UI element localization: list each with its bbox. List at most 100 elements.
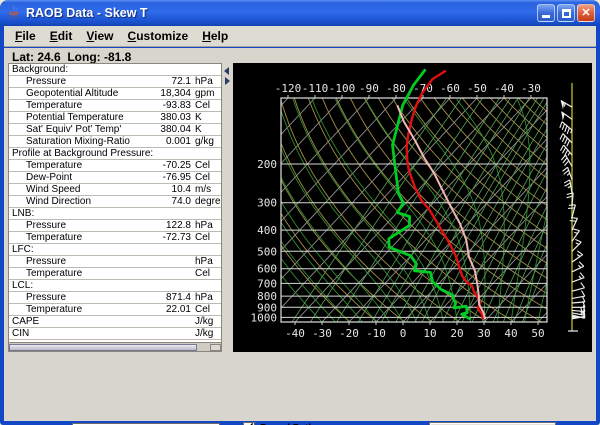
menubar: FileEditViewCustomizeHelp bbox=[4, 26, 596, 47]
table-row: CINJ/kg bbox=[9, 328, 221, 340]
pressure-axis-label: 500 bbox=[257, 245, 277, 258]
menu-item-customize[interactable]: Customize bbox=[123, 27, 198, 45]
table-row-label: CIN bbox=[9, 328, 191, 339]
table-row-label: Geopotential Altitude bbox=[9, 88, 160, 99]
bottom-axis-label: 30 bbox=[477, 327, 490, 340]
table-row-value: -93.83 bbox=[163, 100, 191, 111]
table-row: Pressure871.4hPa bbox=[9, 292, 221, 304]
table-row-label: Temperature bbox=[9, 100, 163, 111]
close-button[interactable]: ✕ bbox=[577, 4, 595, 22]
profile-table: Background:Pressure72.1hPaGeopotential A… bbox=[8, 63, 222, 352]
table-hscrollbar[interactable] bbox=[9, 342, 221, 351]
top-axis-label: -110 bbox=[302, 82, 329, 95]
table-row-label: Temperature bbox=[9, 160, 163, 171]
table-row-unit: J/kg bbox=[191, 328, 221, 339]
isotherm-line bbox=[376, 98, 585, 322]
bottom-axis-label: 40 bbox=[504, 327, 517, 340]
table-row-label: Pressure bbox=[9, 256, 191, 267]
bottom-axis-label: 0 bbox=[400, 327, 407, 340]
maximize-icon bbox=[562, 9, 571, 18]
table-row-label: Pressure bbox=[9, 220, 166, 231]
table-row-unit: Cel bbox=[191, 304, 221, 315]
menu-item-edit[interactable]: Edit bbox=[45, 27, 82, 45]
table-row-label: Temperature bbox=[9, 232, 163, 243]
table-row-label: Dew-Point bbox=[9, 172, 163, 183]
table-row-value: 0.001 bbox=[166, 136, 191, 147]
table-row-unit: J/kg bbox=[191, 316, 221, 327]
top-axis-label: -60 bbox=[440, 82, 460, 95]
dry-adiabat-line bbox=[546, 98, 592, 322]
window-title: RAOB Data - Skew T bbox=[26, 6, 148, 20]
bottom-axis-label: -30 bbox=[312, 327, 332, 340]
table-row-label: Wind Speed bbox=[9, 184, 172, 195]
table-row-label: Temperature bbox=[9, 304, 166, 315]
table-row-unit: g/kg bbox=[191, 136, 221, 147]
table-row-unit: hPa bbox=[191, 220, 221, 231]
top-axis-label: -100 bbox=[329, 82, 356, 95]
table-row-unit: m/s bbox=[191, 184, 221, 195]
skewt-svg[interactable]: -120-110-100-90-80-70-60-50-40-30-40-30-… bbox=[233, 63, 592, 352]
table-row-label: LFC: bbox=[9, 244, 191, 255]
table-row-label: Potential Temperature bbox=[9, 112, 160, 123]
bottom-axis-label: 20 bbox=[450, 327, 463, 340]
top-axis-label: -40 bbox=[494, 82, 514, 95]
table-row: Pressure122.8hPa bbox=[9, 220, 221, 232]
moist-adiabat-line bbox=[565, 99, 592, 322]
table-row: Temperature-72.73Cel bbox=[9, 232, 221, 244]
table-row-unit: hPa bbox=[191, 292, 221, 303]
table-row-unit: gpm bbox=[191, 88, 221, 99]
table-row: Profile at Background Pressure: bbox=[9, 148, 221, 160]
table-row-unit: degree bbox=[191, 196, 221, 207]
divider-collapse-left-icon[interactable] bbox=[224, 67, 229, 75]
menu-item-file[interactable]: File bbox=[10, 27, 45, 45]
table-row-value: -72.73 bbox=[163, 232, 191, 243]
pressure-axis-label: 200 bbox=[257, 158, 277, 171]
bottom-axis-label: -40 bbox=[285, 327, 305, 340]
table-row-unit: K bbox=[191, 112, 221, 123]
divider-collapse-right-icon[interactable] bbox=[225, 77, 230, 85]
top-axis-label: -120 bbox=[275, 82, 302, 95]
isotherm-line bbox=[322, 98, 531, 322]
table-row-unit: Cel bbox=[191, 160, 221, 171]
minimize-button[interactable] bbox=[537, 4, 555, 22]
menu-item-view[interactable]: View bbox=[81, 27, 122, 45]
dry-adiabat-line bbox=[588, 98, 592, 322]
top-axis-label: -80 bbox=[386, 82, 406, 95]
table-row-value: 22.01 bbox=[166, 304, 191, 315]
pressure-axis-label: 1000 bbox=[251, 311, 278, 324]
table-row-unit: K bbox=[191, 124, 221, 135]
table-row-value: -76.95 bbox=[163, 172, 191, 183]
pressure-axis-label: 300 bbox=[257, 197, 277, 210]
table-row: Geopotential Altitude18,304gpm bbox=[9, 88, 221, 100]
pressure-axis-label: 600 bbox=[257, 263, 277, 276]
table-row: LFC: bbox=[9, 244, 221, 256]
maximize-button[interactable] bbox=[557, 4, 575, 22]
mixing-ratio-line bbox=[482, 98, 592, 322]
pressure-axis-label: 400 bbox=[257, 224, 277, 237]
wind-barbs bbox=[560, 83, 585, 331]
table-row: Pressure72.1hPa bbox=[9, 76, 221, 88]
minimize-icon bbox=[542, 15, 550, 18]
hscrollbar-right-button[interactable] bbox=[210, 344, 221, 351]
bottom-axis-label: 50 bbox=[531, 327, 544, 340]
main-content: Background:Pressure72.1hPaGeopotential A… bbox=[4, 63, 596, 421]
table-row-value: 380.04 bbox=[160, 124, 191, 135]
app-window: RAOB Data - Skew T ✕ FileEditViewCustomi… bbox=[0, 0, 600, 425]
table-row-unit: hPa bbox=[191, 256, 221, 267]
table-row: Sat' Equiv' Pot' Temp'380.04K bbox=[9, 124, 221, 136]
splitpane-divider[interactable] bbox=[222, 63, 233, 352]
titlebar[interactable]: RAOB Data - Skew T ✕ bbox=[0, 0, 600, 26]
table-row: Temperature-70.25Cel bbox=[9, 160, 221, 172]
table-row-label: Profile at Background Pressure: bbox=[9, 148, 191, 159]
table-row-unit: Cel bbox=[191, 100, 221, 111]
table-row-label: CAPE bbox=[9, 316, 191, 327]
hscrollbar-thumb[interactable] bbox=[9, 344, 197, 351]
menu-item-help[interactable]: Help bbox=[197, 27, 237, 45]
table-row-value: 74.0 bbox=[172, 196, 191, 207]
latlong-label: Lat: 24.6 Long: -81.8 bbox=[12, 50, 131, 64]
moist-adiabat-line bbox=[233, 99, 336, 322]
check-icon: ✓ bbox=[245, 420, 255, 425]
skewt-chart[interactable]: -120-110-100-90-80-70-60-50-40-30-40-30-… bbox=[233, 63, 592, 352]
table-row-unit: Cel bbox=[191, 232, 221, 243]
table-row: LNB: bbox=[9, 208, 221, 220]
